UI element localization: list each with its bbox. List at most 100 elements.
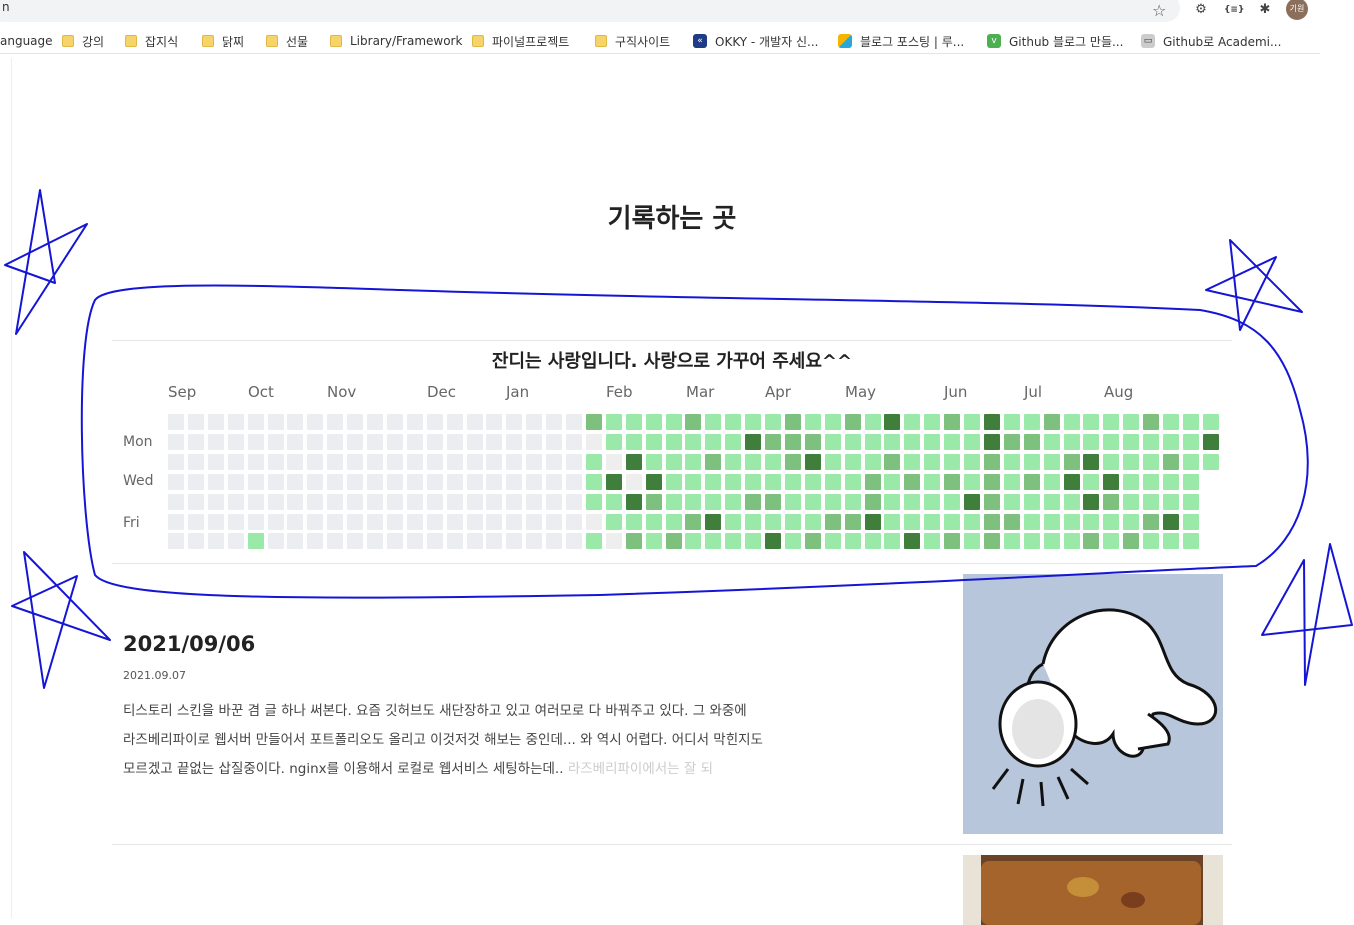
contribution-cell — [307, 473, 324, 490]
contribution-cell — [824, 473, 841, 490]
contribution-cell — [1083, 493, 1100, 510]
bookmark-item[interactable]: anguage — [0, 32, 53, 50]
contribution-cell — [187, 433, 204, 450]
contribution-cell — [924, 453, 941, 470]
post-thumbnail[interactable] — [963, 574, 1223, 834]
contribution-cell — [924, 414, 941, 430]
contribution-cell — [168, 414, 184, 430]
contribution-cell — [844, 414, 861, 430]
bookmark-folder[interactable]: 선물 — [266, 32, 308, 50]
contribution-cell — [327, 433, 344, 450]
contribution-cell — [367, 414, 383, 430]
contribution-cell — [705, 513, 722, 530]
contribution-cell — [1123, 533, 1140, 550]
divider — [112, 844, 1232, 845]
contribution-cell — [625, 533, 642, 550]
contribution-cell — [844, 533, 861, 550]
contribution-cell — [745, 493, 762, 510]
bookmark-label: Github 블로그 만들... — [1009, 34, 1124, 49]
extensions-puzzle-icon[interactable]: ✱ — [1256, 1, 1274, 19]
bookmark-label: Github로 Academi... — [1163, 34, 1282, 49]
contribution-cell — [983, 414, 1000, 430]
contribution-cell — [247, 453, 264, 470]
velog-icon: v — [987, 34, 1001, 48]
contribution-cell — [267, 473, 284, 490]
contribution-cell — [287, 414, 304, 430]
contribution-cell — [327, 473, 344, 490]
contribution-cell — [864, 433, 881, 450]
extension-json-icon[interactable]: {≡} — [1224, 1, 1244, 19]
contribution-cell — [964, 473, 980, 490]
contribution-cell — [964, 493, 980, 510]
contribution-cell — [526, 493, 543, 510]
contribution-cell — [765, 493, 781, 510]
contribution-cell — [267, 414, 284, 430]
contribution-cell — [964, 453, 980, 470]
bookmark-item[interactable]: « OKKY - 개발자 신... — [693, 32, 818, 50]
contribution-cell — [187, 414, 204, 430]
contribution-cell — [406, 513, 423, 530]
contribution-cell — [546, 533, 563, 550]
contribution-cell — [426, 433, 443, 450]
contribution-cell — [804, 493, 821, 510]
bookmark-folder[interactable]: 파이널프로젝트 — [472, 32, 569, 50]
contribution-cell — [187, 533, 204, 550]
contribution-cell — [924, 513, 941, 530]
contribution-cell — [287, 473, 304, 490]
contribution-cell — [426, 473, 443, 490]
contribution-cell — [1043, 493, 1060, 510]
contribution-cell — [566, 533, 582, 550]
bookmark-item[interactable]: ▭ Github로 Academi... — [1141, 32, 1281, 50]
contribution-cell — [1163, 453, 1179, 470]
contribution-cell — [1182, 493, 1199, 510]
post-title[interactable]: 2021/09/06 — [123, 632, 255, 656]
bookmark-folder[interactable]: 강의 — [62, 32, 104, 50]
bookmark-item[interactable]: 블로그 포스팅 | 루... — [838, 32, 964, 50]
contribution-cell — [168, 513, 184, 530]
contribution-cell — [605, 513, 622, 530]
contribution-cell — [486, 433, 503, 450]
grass-title: 잔디는 사랑입니다. 사랑으로 가꾸어 주세요^^ — [491, 351, 853, 372]
address-bar[interactable]: n — [0, 0, 1180, 22]
contribution-cell — [625, 493, 642, 510]
bookmark-item[interactable]: v Github 블로그 만들... — [987, 32, 1123, 50]
bookmark-folder[interactable]: 닭찌 — [202, 32, 244, 50]
contribution-cell — [506, 453, 523, 470]
contribution-cell — [347, 473, 364, 490]
contribution-cell — [446, 433, 463, 450]
contribution-cell — [207, 493, 224, 510]
address-text: n — [2, 0, 10, 14]
contribution-cell — [1083, 533, 1100, 550]
contribution-cell — [605, 533, 622, 550]
contribution-cell — [605, 433, 622, 450]
contribution-cell — [665, 453, 682, 470]
contribution-cell — [1143, 414, 1160, 430]
contribution-cell — [566, 513, 582, 530]
extension-gear-icon[interactable]: ⚙ — [1192, 1, 1210, 19]
contribution-cell — [884, 414, 901, 430]
contribution-cell — [824, 513, 841, 530]
contribution-cell — [1202, 453, 1219, 470]
contribution-cell — [1063, 473, 1080, 490]
bookmark-star-icon[interactable]: ☆ — [1152, 1, 1166, 20]
contribution-cell — [446, 473, 463, 490]
divider — [112, 563, 1232, 564]
contribution-cell — [526, 473, 543, 490]
contribution-cell — [645, 453, 662, 470]
contribution-cell — [784, 533, 801, 550]
contribution-cell — [844, 513, 861, 530]
month-label: Sep — [168, 383, 197, 401]
contribution-cell — [546, 513, 563, 530]
contribution-cell — [1003, 453, 1020, 470]
post-excerpt[interactable]: 티스토리 스킨을 바꾼 겸 글 하나 써본다. 요즘 깃허브도 새단장하고 있고… — [123, 697, 813, 784]
contribution-cell — [247, 414, 264, 430]
contribution-cell — [1163, 414, 1179, 430]
bookmark-folder[interactable]: Library/Framework — [330, 32, 462, 50]
contribution-cell — [506, 493, 523, 510]
post-thumbnail[interactable] — [963, 855, 1223, 925]
bookmark-folder[interactable]: 잡지식 — [125, 32, 178, 50]
profile-avatar[interactable]: 기원 — [1286, 0, 1308, 20]
bookmark-folder[interactable]: 구직사이트 — [595, 32, 670, 50]
contribution-cell — [884, 453, 901, 470]
contribution-cell — [406, 533, 423, 550]
